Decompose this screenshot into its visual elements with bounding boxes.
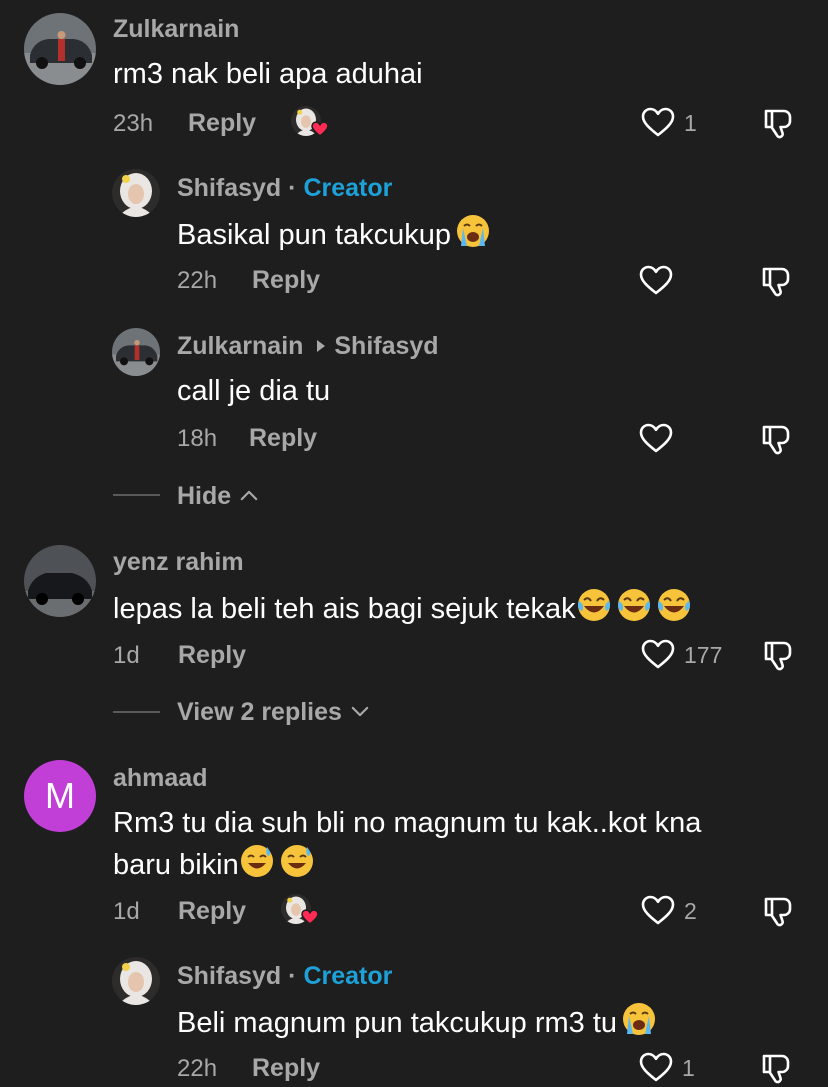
avatar[interactable]	[24, 545, 96, 617]
divider	[113, 711, 160, 713]
reply-button[interactable]: Reply	[178, 897, 246, 926]
reply-author-name[interactable]: Zulkarnain	[177, 332, 303, 360]
reply-button[interactable]: Reply	[249, 424, 317, 453]
reply-timestamp: 22h	[177, 267, 218, 294]
dislike-icon[interactable]	[762, 894, 796, 928]
reply-author[interactable]: Zulkarnain Shifasyd	[177, 332, 439, 361]
tears-of-joy-emoji-icon	[616, 587, 652, 623]
reply-text-content: Basikal pun takcukup	[177, 219, 452, 251]
reply-timestamp: 18h	[177, 425, 218, 452]
avatar[interactable]	[112, 169, 160, 217]
like-heart-icon[interactable]	[641, 639, 675, 669]
dislike-icon[interactable]	[760, 422, 794, 456]
comment-author[interactable]: yenz rahim	[113, 548, 244, 577]
reply-text: Beli magnum pun takcukup rm3 tu	[177, 1001, 657, 1043]
like-count: 1	[682, 1055, 695, 1081]
reply-button[interactable]: Reply	[252, 1054, 320, 1083]
creator-badge: Creator	[303, 174, 393, 202]
comment-author[interactable]: ahmaad	[113, 764, 207, 793]
reply-to-arrow-icon	[316, 339, 326, 353]
like-heart-icon[interactable]	[641, 895, 675, 925]
comment-timestamp: 23h	[113, 110, 154, 137]
like-count: 2	[684, 898, 697, 924]
dislike-icon[interactable]	[762, 638, 796, 672]
chevron-up-icon	[240, 490, 258, 501]
avatar[interactable]	[112, 328, 160, 376]
grinning-sweat-emoji-icon	[239, 843, 275, 879]
comment-text: rm3 nak beli apa aduhai	[113, 58, 423, 90]
comment-text-line: Rm3 tu dia suh bli no magnum tu kak..kot…	[113, 807, 702, 839]
comment-timestamp: 1d	[113, 898, 140, 925]
reply-text: call je dia tu	[177, 375, 331, 407]
loudly-crying-emoji-icon	[621, 1001, 657, 1037]
comment-text-content: lepas la beli teh ais bagi sejuk tekak	[113, 593, 576, 625]
like-count: 1	[684, 110, 697, 136]
reply-text: Basikal pun takcukup	[177, 213, 491, 255]
grinning-sweat-emoji-icon	[279, 843, 315, 879]
view-replies-label[interactable]: View 2 replies	[177, 698, 342, 726]
reply-timestamp: 22h	[177, 1055, 218, 1082]
dislike-icon[interactable]	[760, 264, 794, 298]
reply-author-name[interactable]: Shifasyd	[177, 174, 281, 202]
view-replies-button[interactable]: View 2 replies	[177, 698, 369, 727]
like-heart-icon[interactable]	[639, 265, 673, 295]
creator-heart-icon	[301, 909, 319, 925]
comment-text-line: baru bikin	[113, 843, 315, 885]
hide-label[interactable]: Hide	[177, 482, 231, 510]
separator: ·	[288, 174, 297, 202]
reply-author[interactable]: Shifasyd · Creator	[177, 174, 392, 203]
avatar-letter: M	[45, 775, 75, 816]
comment-timestamp: 1d	[113, 642, 140, 669]
creator-badge: Creator	[303, 962, 393, 990]
tears-of-joy-emoji-icon	[656, 587, 692, 623]
avatar[interactable]	[112, 957, 160, 1005]
like-heart-icon[interactable]	[641, 107, 675, 137]
divider	[113, 494, 160, 496]
comment-author[interactable]: Zulkarnain	[113, 15, 239, 44]
reply-author[interactable]: Shifasyd · Creator	[177, 962, 392, 991]
comment-text-content: baru bikin	[113, 849, 239, 881]
loudly-crying-emoji-icon	[455, 213, 491, 249]
reply-to-name[interactable]: Shifasyd	[334, 332, 438, 360]
avatar[interactable]: M	[24, 760, 96, 832]
reply-button[interactable]: Reply	[252, 266, 320, 295]
avatar[interactable]	[24, 13, 96, 85]
like-count: 177	[684, 642, 723, 668]
like-heart-icon[interactable]	[639, 423, 673, 453]
separator: ·	[288, 962, 297, 990]
dislike-icon[interactable]	[760, 1051, 794, 1085]
like-heart-icon[interactable]	[639, 1052, 673, 1082]
dislike-icon[interactable]	[762, 106, 796, 140]
chevron-down-icon	[351, 706, 369, 717]
reply-button[interactable]: Reply	[178, 641, 246, 670]
tears-of-joy-emoji-icon	[576, 587, 612, 623]
hide-replies-button[interactable]: Hide	[177, 482, 258, 511]
creator-heart-icon	[311, 121, 329, 137]
reply-text-content: Beli magnum pun takcukup rm3 tu	[177, 1007, 618, 1039]
reply-author-name[interactable]: Shifasyd	[177, 962, 281, 990]
comment-text: lepas la beli teh ais bagi sejuk tekak	[113, 587, 692, 629]
reply-button[interactable]: Reply	[188, 109, 256, 138]
